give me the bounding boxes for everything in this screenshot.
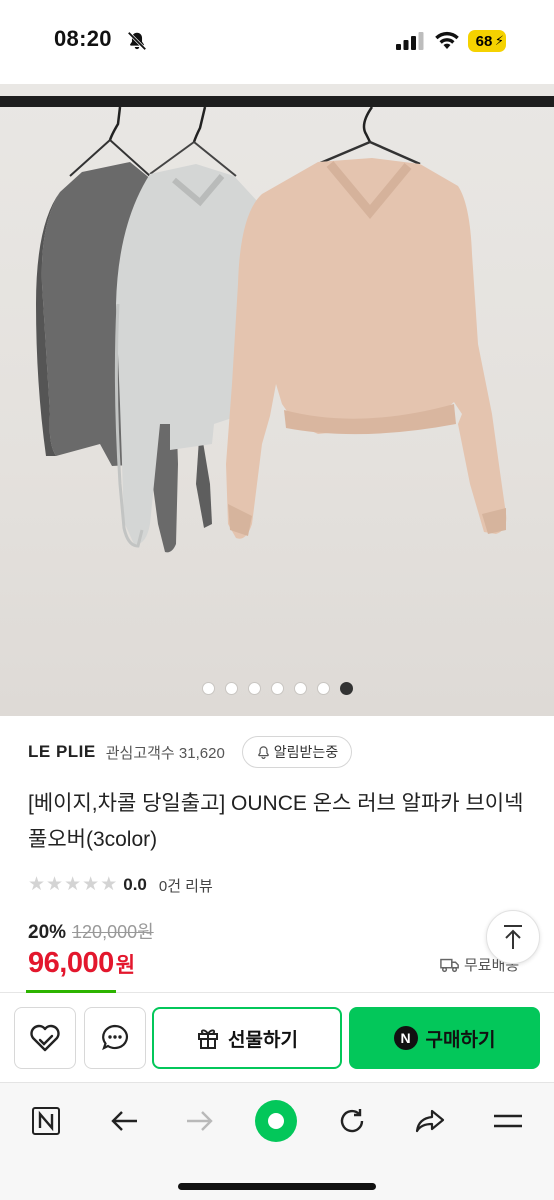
chat-bubble-icon	[102, 1024, 128, 1051]
store-info: LE PLIE 관심고객수 31,620	[28, 736, 225, 768]
star-icon: ★	[46, 874, 64, 895]
discount-rate: 20%	[28, 922, 67, 943]
heart-icon	[30, 1024, 60, 1052]
gallery-dot[interactable]	[201, 682, 215, 695]
green-dot-icon[interactable]	[254, 1099, 298, 1143]
review-count[interactable]: 0건 리뷰	[159, 875, 213, 896]
menu-icon[interactable]	[486, 1099, 530, 1143]
star-icon: ★	[100, 874, 118, 895]
star-icon: ★	[64, 874, 82, 895]
status-bar: 08:20 68 ⚡	[0, 0, 554, 84]
gallery-dot[interactable]	[293, 682, 307, 695]
rating-stars: ★ ★ ★ ★ ★	[28, 875, 117, 895]
discount-row: 20% 120,000원	[28, 918, 154, 944]
wifi-icon	[435, 31, 459, 49]
store-fans-count: 관심고객수 31,620	[105, 744, 225, 762]
sweater-photo	[0, 96, 554, 553]
alarm-subscribe-button[interactable]: 알림받는중	[242, 736, 352, 768]
share-icon[interactable]	[408, 1099, 452, 1143]
gift-label: 선물하기	[228, 1029, 298, 1051]
gift-icon	[198, 1029, 219, 1049]
forward-icon[interactable]	[178, 1099, 222, 1143]
gallery-dot[interactable]	[316, 682, 330, 695]
purchase-action-bar: 선물하기 N 구매하기	[0, 990, 554, 1082]
naver-pay-badge: N	[393, 1026, 418, 1050]
buy-label: 구매하기	[425, 1029, 496, 1051]
bell-icon	[257, 745, 269, 759]
star-icon: ★	[82, 874, 100, 895]
browser-toolbar	[0, 1082, 554, 1200]
currency-unit: 원	[115, 954, 136, 977]
home-indicator[interactable]	[178, 1183, 376, 1190]
talk-button[interactable]	[84, 1007, 146, 1069]
product-image-gallery[interactable]	[0, 84, 554, 716]
battery-icon: 68 ⚡	[468, 30, 506, 52]
rating-score: 0.0	[123, 875, 147, 894]
charging-bolt-icon: ⚡	[494, 33, 504, 48]
truck-icon	[440, 958, 459, 972]
gallery-dot[interactable]	[247, 682, 261, 695]
naver-home-icon[interactable]	[24, 1099, 68, 1143]
original-price: 120,000원	[72, 922, 154, 942]
gallery-dot-active[interactable]	[339, 682, 353, 695]
signal-icon	[396, 32, 424, 50]
product-title: [베이지,차콜 당일출고] OUNCE 온스 러브 알파카 브이넥 풀오버(3c…	[28, 792, 524, 851]
alarm-label: 알림받는중	[273, 744, 339, 760]
rating-row[interactable]: ★ ★ ★ ★ ★ 0.0 0건 리뷰	[28, 872, 213, 898]
tab-indicator	[26, 990, 116, 993]
wishlist-button[interactable]	[14, 1007, 76, 1069]
buy-button[interactable]: N 구매하기	[349, 1007, 540, 1069]
gallery-pagination	[0, 682, 554, 695]
sale-price-row: 96,000 원	[28, 947, 135, 980]
store-name[interactable]: LE PLIE	[28, 742, 96, 762]
scroll-to-top-button[interactable]	[486, 910, 540, 964]
star-icon: ★	[28, 874, 46, 895]
arrow-up-icon	[504, 925, 522, 949]
gallery-dot[interactable]	[270, 682, 284, 695]
gift-button[interactable]: 선물하기	[152, 1007, 342, 1069]
sale-price: 96,000	[28, 947, 114, 979]
status-time: 08:20	[54, 26, 112, 51]
back-icon[interactable]	[102, 1099, 146, 1143]
bell-off-icon	[127, 31, 147, 51]
battery-level: 68	[475, 32, 493, 50]
reload-icon[interactable]	[330, 1099, 374, 1143]
gallery-dot[interactable]	[224, 682, 238, 695]
